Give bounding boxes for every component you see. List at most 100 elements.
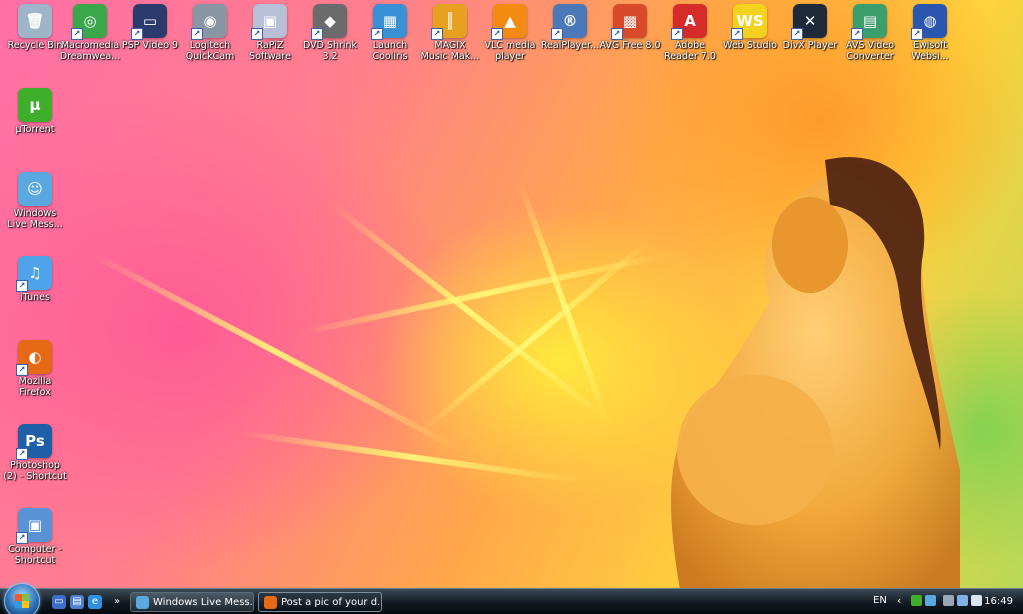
desktop-icon-itunes[interactable]: ♫ ↗ iTunes [0, 254, 70, 303]
firefox-icon [264, 596, 277, 609]
taskbar: ▭ ▤ e » Windows Live Mess... Post a pic of y… [0, 583, 1023, 614]
webcam-icon: ◉ ↗ [191, 4, 227, 40]
shortcut-arrow-icon: ↗ [71, 28, 83, 40]
taskbar-button[interactable]: Post a pic of your d... [258, 592, 382, 612]
switch-windows-icon[interactable]: ▤ [70, 595, 84, 609]
desktop-icon-utorrent[interactable]: µ µTorrent [0, 86, 70, 135]
taskbar-button-label: Post a pic of your d... [281, 597, 382, 608]
system-tray: EN ‹ 16:49 [863, 589, 1023, 614]
tray-utorrent-icon[interactable] [911, 595, 922, 606]
clock[interactable]: 16:49 [984, 596, 1013, 607]
tray-messenger-icon[interactable] [925, 595, 936, 606]
shortcut-arrow-icon: ↗ [251, 28, 263, 40]
taskbar-button[interactable]: Windows Live Mess... [130, 592, 254, 612]
desktop-icon-label: Ewisoft Websi... [911, 40, 949, 62]
utorrent-icon: µ [18, 88, 52, 122]
desktop-icon-label: Windows Live Mess... [7, 208, 63, 230]
dreamweaver-icon: ◎ ↗ [71, 4, 107, 40]
wallpaper-streak [88, 250, 463, 453]
shortcut-arrow-icon: ↗ [671, 28, 683, 40]
itunes-icon: ♫ ↗ [16, 256, 52, 292]
shortcut-arrow-icon: ↗ [311, 28, 323, 40]
dvd-shrink-icon-glyph: ◆ [324, 12, 336, 30]
tray-safely-remove-icon[interactable] [943, 595, 954, 606]
photoshop-icon-glyph: Ps [25, 432, 45, 450]
tray-volume-icon[interactable] [971, 595, 982, 606]
avg-icon: ▩ ↗ [611, 4, 647, 40]
taskbar-button-label: Windows Live Mess... [153, 597, 254, 608]
web-studio-icon: WS ↗ [731, 4, 767, 40]
vlc-cone-icon-glyph: ▲ [504, 12, 516, 30]
adobe-reader-icon: A ↗ [671, 4, 707, 40]
webcam-icon-glyph: ◉ [203, 12, 217, 30]
cooliris-icon: ▦ ↗ [371, 4, 407, 40]
show-desktop-icon[interactable]: ▭ [52, 595, 66, 609]
firefox-icon-glyph: ◐ [28, 348, 42, 366]
avs-icon: ▤ ↗ [851, 4, 887, 40]
shortcut-arrow-icon: ↗ [16, 448, 28, 460]
overflow-chevron-icon[interactable]: » [110, 595, 124, 609]
wallpaper-streak [239, 430, 588, 485]
realplayer-icon: ® ↗ [551, 4, 587, 40]
desktop-icon-mozilla-firefox[interactable]: ◐ ↗ Mozilla Firefox [0, 338, 70, 398]
shortcut-arrow-icon: ↗ [911, 28, 923, 40]
shortcut-arrow-icon: ↗ [611, 28, 623, 40]
rapiz-icon-glyph: ▣ [262, 12, 278, 30]
shortcut-arrow-icon: ↗ [131, 28, 143, 40]
shortcut-arrow-icon: ↗ [491, 28, 503, 40]
desktop-icon-ewisoft-website[interactable]: ◍ ↗ Ewisoft Websi... [895, 2, 965, 62]
ewisoft-globe-icon-glyph: ◍ [923, 12, 937, 30]
psp-icon-glyph: ▭ [142, 12, 158, 30]
desktop[interactable]: 🗑 Recycle Bin ◎ ↗ Macromedia Dreamwea... ▭ ↗ PS… [0, 0, 1023, 614]
computer-icon: ▣ ↗ [16, 508, 52, 544]
shortcut-arrow-icon: ↗ [551, 28, 563, 40]
avg-icon-glyph: ▩ [622, 12, 638, 30]
shortcut-arrow-icon: ↗ [851, 28, 863, 40]
internet-explorer-icon[interactable]: e [88, 595, 102, 609]
computer-icon-glyph: ▣ [27, 516, 43, 534]
messenger-icon: ☺ [18, 172, 52, 206]
dreamweaver-icon-glyph: ◎ [83, 12, 97, 30]
messenger-icon [136, 596, 149, 609]
magix-icon-glyph: ║ [445, 12, 455, 30]
wallpaper-streak [517, 181, 612, 429]
desktop-icon-windows-live-messenger[interactable]: ☺ Windows Live Mess... [0, 170, 70, 230]
shortcut-arrow-icon: ↗ [731, 28, 743, 40]
magix-icon: ║ ↗ [431, 4, 467, 40]
ewisoft-globe-icon: ◍ ↗ [911, 4, 947, 40]
shortcut-arrow-icon: ↗ [431, 28, 443, 40]
desktop-icon-label: Photoshop (2) - Shortcut [3, 460, 67, 482]
desktop-icon-label: Computer - Shortcut [8, 544, 62, 566]
desktop-icon-computer-shortcut[interactable]: ▣ ↗ Computer - Shortcut [0, 506, 70, 566]
recycle-bin-icon-glyph: 🗑 [25, 12, 45, 30]
tray-chevron-icon[interactable]: ‹ [897, 595, 908, 606]
tray-network-icon[interactable] [957, 595, 968, 606]
shortcut-arrow-icon: ↗ [791, 28, 803, 40]
shortcut-arrow-icon: ↗ [371, 28, 383, 40]
psp-icon: ▭ ↗ [131, 4, 167, 40]
desktop-icon-label: Mozilla Firefox [18, 376, 52, 398]
wallpaper-streak [418, 237, 652, 436]
itunes-icon-glyph: ♫ [28, 264, 42, 282]
divx-icon-glyph: ✕ [803, 12, 817, 30]
shortcut-arrow-icon: ↗ [16, 364, 28, 376]
cooliris-icon-glyph: ▦ [382, 12, 398, 30]
windows-logo-icon [15, 594, 29, 608]
avs-icon-glyph: ▤ [862, 12, 878, 30]
utorrent-icon-glyph: µ [29, 96, 41, 114]
divx-icon: ✕ ↗ [791, 4, 827, 40]
shortcut-arrow-icon: ↗ [191, 28, 203, 40]
language-indicator[interactable]: EN [873, 595, 887, 606]
rapiz-icon: ▣ ↗ [251, 4, 287, 40]
start-button[interactable] [4, 583, 40, 614]
shortcut-arrow-icon: ↗ [16, 532, 28, 544]
adobe-reader-icon-glyph: A [684, 12, 696, 30]
messenger-icon-glyph: ☺ [27, 180, 43, 198]
desktop-icon-photoshop-shortcut[interactable]: Ps ↗ Photoshop (2) - Shortcut [0, 422, 70, 482]
photoshop-icon: Ps ↗ [16, 424, 52, 460]
desktop-icon-label: iTunes [20, 292, 50, 303]
shortcut-arrow-icon: ↗ [16, 280, 28, 292]
recycle-bin-icon: 🗑 [18, 4, 52, 38]
dvd-shrink-icon: ◆ ↗ [311, 4, 347, 40]
realplayer-icon-glyph: ® [562, 12, 578, 30]
